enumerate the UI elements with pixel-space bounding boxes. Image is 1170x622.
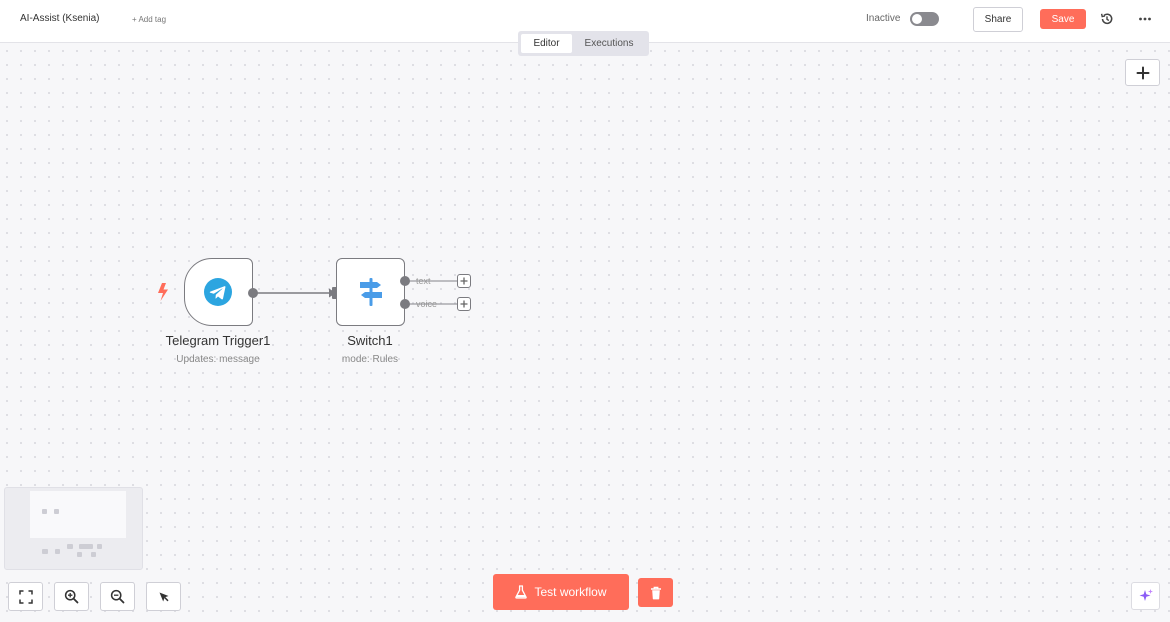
add-node-text-output[interactable]: [457, 274, 471, 288]
fit-view-button[interactable]: [8, 582, 43, 611]
minimap-node: [42, 509, 47, 514]
minimap-node: [54, 509, 59, 514]
clear-execution-button[interactable]: [638, 578, 673, 607]
telegram-icon: [204, 278, 232, 311]
minimap-node: [42, 549, 48, 554]
plus-icon: [460, 277, 468, 285]
zoom-in-button[interactable]: [54, 582, 89, 611]
minimap[interactable]: [4, 487, 143, 570]
minimap-node: [79, 544, 93, 549]
node-telegram-trigger[interactable]: [184, 258, 253, 326]
select-mode-button[interactable]: [146, 582, 181, 611]
trigger-node-subtitle: Updates: message: [176, 354, 260, 365]
minimap-node: [91, 552, 96, 557]
minimap-node: [55, 549, 60, 554]
minimap-node: [67, 544, 73, 549]
switch-output-port-voice[interactable]: [400, 299, 410, 309]
flask-icon: [515, 585, 528, 599]
cursor-icon: [159, 592, 169, 601]
zoom-out-icon: [110, 589, 125, 604]
plus-icon: [460, 300, 468, 308]
switch-node-title: Switch1: [347, 333, 393, 348]
test-workflow-button[interactable]: Test workflow: [493, 574, 629, 610]
trigger-node-title: Telegram Trigger1: [165, 333, 271, 348]
minimap-viewport[interactable]: [30, 491, 126, 538]
output-label-text: text: [416, 276, 431, 286]
lightning-bolt-icon: [156, 282, 170, 302]
minimap-node: [97, 544, 102, 549]
trigger-output-port[interactable]: [248, 288, 258, 298]
ai-assistant-button[interactable]: [1131, 582, 1160, 610]
zoom-out-button[interactable]: [100, 582, 135, 611]
add-node-voice-output[interactable]: [457, 297, 471, 311]
switch-node-subtitle: mode: Rules: [341, 354, 399, 365]
node-switch[interactable]: [336, 258, 405, 326]
switch-output-port-text[interactable]: [400, 276, 410, 286]
zoom-in-icon: [64, 589, 79, 604]
sparkle-icon: [1139, 589, 1153, 601]
trash-icon: [650, 586, 661, 599]
output-label-voice: voice: [416, 299, 438, 309]
minimap-node: [77, 552, 82, 557]
test-workflow-label: Test workflow: [534, 585, 607, 599]
connections-layer: [253, 280, 458, 305]
signpost-icon: [357, 277, 385, 312]
fit-view-icon: [18, 589, 33, 604]
